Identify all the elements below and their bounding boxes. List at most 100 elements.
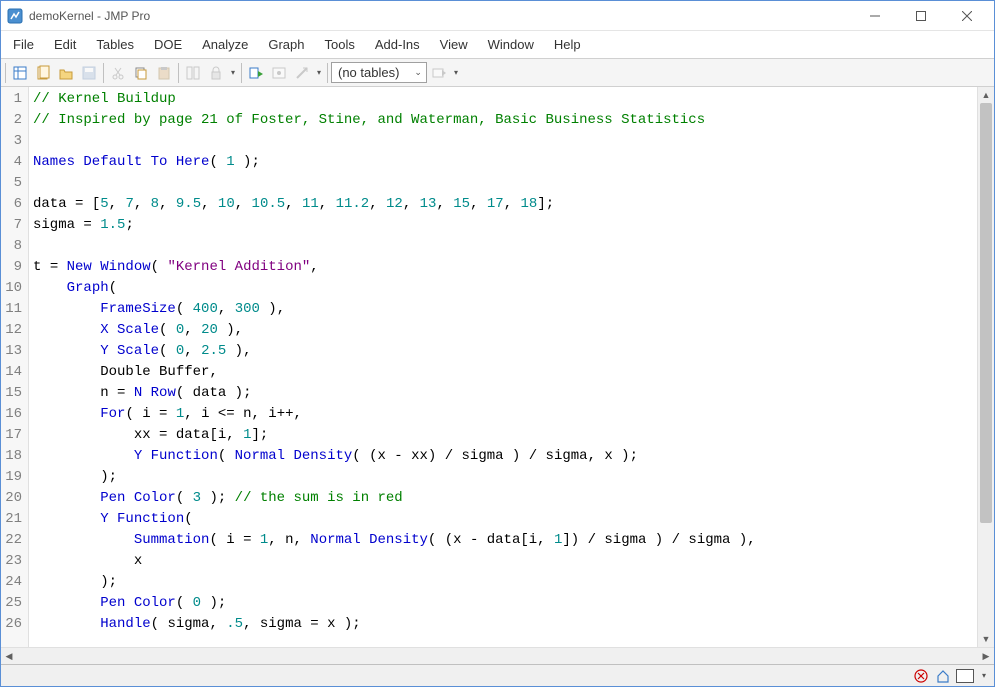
code-line[interactable] bbox=[33, 236, 977, 257]
stop-icon[interactable] bbox=[291, 62, 313, 84]
statusbar: ▾ bbox=[1, 664, 994, 686]
line-number: 8 bbox=[1, 236, 22, 257]
code-line[interactable]: sigma = 1.5; bbox=[33, 215, 977, 236]
code-line[interactable]: n = N Row( data ); bbox=[33, 383, 977, 404]
paste-icon[interactable] bbox=[153, 62, 175, 84]
code-line[interactable]: Handle( sigma, .5, sigma = x ); bbox=[33, 614, 977, 635]
stats-icon[interactable] bbox=[182, 62, 204, 84]
code-line[interactable]: For( i = 1, i <= n, i++, bbox=[33, 404, 977, 425]
error-status-icon[interactable] bbox=[912, 667, 930, 685]
tables-combo-label: (no tables) bbox=[338, 65, 399, 80]
debug-icon[interactable] bbox=[268, 62, 290, 84]
open-icon[interactable] bbox=[55, 62, 77, 84]
scroll-up-arrow[interactable]: ▲ bbox=[978, 87, 994, 103]
menu-addins[interactable]: Add-Ins bbox=[365, 33, 430, 56]
table-action-icon[interactable] bbox=[428, 62, 450, 84]
line-number: 21 bbox=[1, 509, 22, 530]
menu-graph[interactable]: Graph bbox=[258, 33, 314, 56]
line-number: 17 bbox=[1, 425, 22, 446]
code-line[interactable]: FrameSize( 400, 300 ), bbox=[33, 299, 977, 320]
copy-icon[interactable] bbox=[130, 62, 152, 84]
code-line[interactable]: t = New Window( "Kernel Addition", bbox=[33, 257, 977, 278]
code-line[interactable]: Graph( bbox=[33, 278, 977, 299]
line-number: 23 bbox=[1, 551, 22, 572]
horizontal-scrollbar[interactable]: ◀ ▶ bbox=[1, 647, 994, 664]
line-number: 25 bbox=[1, 593, 22, 614]
line-number: 26 bbox=[1, 614, 22, 635]
line-number: 20 bbox=[1, 488, 22, 509]
code-line[interactable] bbox=[33, 131, 977, 152]
line-number: 10 bbox=[1, 278, 22, 299]
code-line[interactable]: Summation( i = 1, n, Normal Density( (x … bbox=[33, 530, 977, 551]
window-list-icon[interactable] bbox=[956, 669, 974, 683]
close-button[interactable] bbox=[944, 1, 990, 31]
line-number: 5 bbox=[1, 173, 22, 194]
toolbar-dropdown-arrow[interactable]: ▾ bbox=[228, 62, 238, 84]
window-controls bbox=[852, 1, 990, 31]
status-dropdown-arrow[interactable]: ▾ bbox=[978, 671, 990, 680]
menu-doe[interactable]: DOE bbox=[144, 33, 192, 56]
code-line[interactable]: x bbox=[33, 551, 977, 572]
scroll-left-arrow[interactable]: ◀ bbox=[1, 648, 17, 665]
home-icon[interactable] bbox=[934, 667, 952, 685]
code-line[interactable]: // Kernel Buildup bbox=[33, 89, 977, 110]
menu-analyze[interactable]: Analyze bbox=[192, 33, 258, 56]
toolbar-separator bbox=[5, 63, 6, 83]
toolbar-dropdown-arrow[interactable]: ▾ bbox=[314, 62, 324, 84]
line-number: 16 bbox=[1, 404, 22, 425]
maximize-button[interactable] bbox=[898, 1, 944, 31]
code-line[interactable]: ); bbox=[33, 572, 977, 593]
code-line[interactable]: data = [5, 7, 8, 9.5, 10, 10.5, 11, 11.2… bbox=[33, 194, 977, 215]
new-script-icon[interactable] bbox=[32, 62, 54, 84]
code-line[interactable]: Names Default To Here( 1 ); bbox=[33, 152, 977, 173]
scroll-right-arrow[interactable]: ▶ bbox=[978, 648, 994, 665]
toolbar-dropdown-arrow[interactable]: ▾ bbox=[451, 62, 461, 84]
code-line[interactable]: Pen Color( 3 ); // the sum is in red bbox=[33, 488, 977, 509]
line-number: 7 bbox=[1, 215, 22, 236]
code-line[interactable]: // Inspired by page 21 of Foster, Stine,… bbox=[33, 110, 977, 131]
toolbar-separator bbox=[241, 63, 242, 83]
save-icon[interactable] bbox=[78, 62, 100, 84]
line-number: 2 bbox=[1, 110, 22, 131]
toolbar: ▾ ▾ (no tables) ⌄ ▾ bbox=[1, 59, 994, 87]
line-number: 12 bbox=[1, 320, 22, 341]
code-line[interactable]: Y Function( Normal Density( (x - xx) / s… bbox=[33, 446, 977, 467]
vertical-scrollbar[interactable]: ▲ ▼ bbox=[977, 87, 994, 647]
code-line[interactable]: X Scale( 0, 20 ), bbox=[33, 320, 977, 341]
code-line[interactable]: Pen Color( 0 ); bbox=[33, 593, 977, 614]
line-number: 19 bbox=[1, 467, 22, 488]
menu-tools[interactable]: Tools bbox=[315, 33, 365, 56]
scroll-thumb[interactable] bbox=[980, 103, 992, 523]
titlebar: demoKernel - JMP Pro bbox=[1, 1, 994, 31]
menu-tables[interactable]: Tables bbox=[86, 33, 144, 56]
code-content[interactable]: // Kernel Buildup// Inspired by page 21 … bbox=[29, 87, 977, 647]
minimize-button[interactable] bbox=[852, 1, 898, 31]
line-number: 11 bbox=[1, 299, 22, 320]
line-number: 18 bbox=[1, 446, 22, 467]
code-line[interactable] bbox=[33, 173, 977, 194]
code-line[interactable]: Y Scale( 0, 2.5 ), bbox=[33, 341, 977, 362]
toolbar-separator bbox=[103, 63, 104, 83]
menu-window[interactable]: Window bbox=[478, 33, 544, 56]
line-number: 9 bbox=[1, 257, 22, 278]
run-script-icon[interactable] bbox=[245, 62, 267, 84]
line-number: 24 bbox=[1, 572, 22, 593]
code-line[interactable]: ); bbox=[33, 467, 977, 488]
code-line[interactable]: Y Function( bbox=[33, 509, 977, 530]
toolbar-separator bbox=[178, 63, 179, 83]
code-line[interactable]: Double Buffer, bbox=[33, 362, 977, 383]
tables-combo[interactable]: (no tables) ⌄ bbox=[331, 62, 427, 83]
new-data-table-icon[interactable] bbox=[9, 62, 31, 84]
line-number: 22 bbox=[1, 530, 22, 551]
line-number-gutter: 1234567891011121314151617181920212223242… bbox=[1, 87, 29, 647]
code-line[interactable]: xx = data[i, 1]; bbox=[33, 425, 977, 446]
scroll-down-arrow[interactable]: ▼ bbox=[978, 631, 994, 647]
cut-icon[interactable] bbox=[107, 62, 129, 84]
menu-file[interactable]: File bbox=[3, 33, 44, 56]
menu-edit[interactable]: Edit bbox=[44, 33, 86, 56]
script-editor[interactable]: 1234567891011121314151617181920212223242… bbox=[1, 87, 994, 647]
toolbar-separator bbox=[327, 63, 328, 83]
lock-icon[interactable] bbox=[205, 62, 227, 84]
menu-help[interactable]: Help bbox=[544, 33, 591, 56]
menu-view[interactable]: View bbox=[430, 33, 478, 56]
